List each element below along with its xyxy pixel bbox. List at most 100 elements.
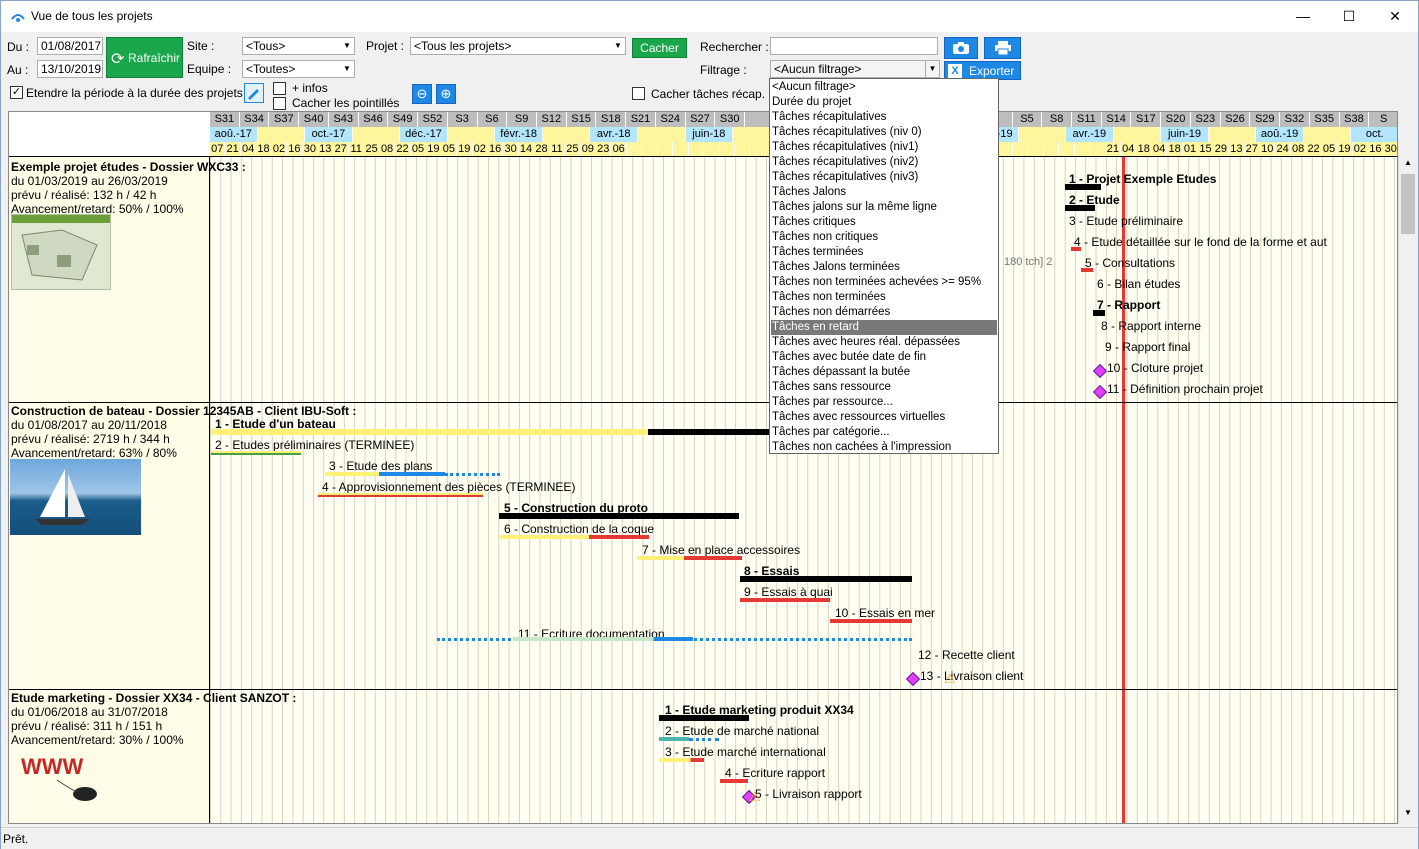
- cacher-recap-checkbox[interactable]: [632, 87, 645, 100]
- task-label[interactable]: 3 - Etude marché international: [665, 745, 826, 759]
- task-label[interactable]: 9 - Essais à quai: [744, 585, 833, 599]
- summary-bar[interactable]: [1065, 205, 1095, 211]
- task-label[interactable]: 5 - Livraison rapport: [755, 787, 862, 801]
- task-bar[interactable]: [830, 619, 912, 623]
- site-select[interactable]: <Tous> ▼: [242, 37, 355, 55]
- task-label[interactable]: 10 - Essais en mer: [835, 606, 935, 620]
- task-label[interactable]: 5 - Consultations: [1085, 256, 1175, 270]
- task-label[interactable]: 8 - Rapport interne: [1101, 319, 1201, 333]
- filter-option[interactable]: Durée du projet: [771, 95, 997, 110]
- filter-option[interactable]: Tâches non critiques: [771, 230, 997, 245]
- zoom-in-button[interactable]: ⊕: [436, 84, 456, 104]
- task-label[interactable]: 6 - Bilan études: [1097, 277, 1180, 291]
- filter-option[interactable]: Tâches par ressource...: [771, 395, 997, 410]
- scroll-up-icon[interactable]: ▲: [1401, 158, 1415, 170]
- filter-option[interactable]: Tâches avec heures réal. dépassées: [771, 335, 997, 350]
- task-bar[interactable]: [659, 737, 689, 741]
- print-button[interactable]: [984, 37, 1021, 59]
- milestone-icon[interactable]: [1092, 363, 1108, 379]
- timeline-cell: S12: [536, 112, 567, 127]
- au-date-field[interactable]: 13/10/2019: [37, 60, 103, 78]
- task-bar[interactable]: [740, 598, 830, 602]
- task-bar[interactable]: [513, 637, 693, 641]
- filter-option[interactable]: Tâches sans ressource: [771, 380, 997, 395]
- project-thumbnail[interactable]: [10, 459, 141, 535]
- scroll-thumb[interactable]: [1401, 174, 1415, 234]
- projet-select[interactable]: <Tous les projets> ▼: [410, 37, 626, 55]
- filter-option[interactable]: Tâches par catégorie...: [771, 425, 997, 440]
- close-button[interactable]: ✕: [1372, 1, 1418, 32]
- task-label[interactable]: 7 - Mise en place accessoires: [642, 543, 800, 557]
- filter-option[interactable]: Tâches Jalons terminées: [771, 260, 997, 275]
- task-bar[interactable]: [1071, 247, 1081, 251]
- filter-option[interactable]: Tâches critiques: [771, 215, 997, 230]
- task-label[interactable]: 6 - Construction de la coque: [504, 522, 654, 536]
- task-bar[interactable]: [318, 493, 483, 497]
- filter-option[interactable]: Tâches récapitulatives (niv 0): [771, 125, 997, 140]
- milestone-icon[interactable]: [905, 671, 921, 687]
- task-label[interactable]: 7 - Rapport: [1097, 298, 1160, 312]
- task-bar[interactable]: [211, 451, 301, 455]
- project-thumbnail[interactable]: [11, 214, 111, 290]
- screenshot-button[interactable]: [944, 37, 978, 59]
- task-label[interactable]: 9 - Rapport final: [1105, 340, 1190, 354]
- cacher-pointilles-checkbox[interactable]: [273, 97, 286, 110]
- filter-option[interactable]: Tâches non terminées achevées >= 95%: [771, 275, 997, 290]
- task-label[interactable]: 3 - Etude préliminaire: [1069, 214, 1183, 228]
- summary-bar[interactable]: [1065, 184, 1101, 190]
- task-label[interactable]: 10 - Cloture projet: [1107, 361, 1203, 375]
- task-label[interactable]: 11 - Définition prochain projet: [1107, 382, 1263, 396]
- task-bar[interactable]: [659, 758, 704, 762]
- task-bar[interactable]: [1081, 268, 1093, 272]
- equipe-select[interactable]: <Toutes> ▼: [242, 60, 355, 78]
- filter-option[interactable]: Tâches avec butée date de fin: [771, 350, 997, 365]
- cacher-button[interactable]: Cacher: [632, 38, 687, 58]
- filter-option[interactable]: Tâches récapitulatives (niv3): [771, 170, 997, 185]
- task-label[interactable]: 4 - Etude détaillée sur le fond de la fo…: [1074, 235, 1327, 249]
- filter-option[interactable]: Tâches récapitulatives (niv2): [771, 155, 997, 170]
- filter-option[interactable]: Tâches récapitulatives: [771, 110, 997, 125]
- task-label[interactable]: 3 - Etude des plans: [329, 459, 432, 473]
- infos-checkbox[interactable]: [273, 82, 286, 95]
- task-bar[interactable]: [637, 556, 742, 560]
- filter-option[interactable]: Tâches non démarrées: [771, 305, 997, 320]
- summary-bar[interactable]: [1093, 310, 1105, 316]
- vertical-scrollbar[interactable]: ▲ ▼: [1398, 156, 1416, 824]
- summary-bar[interactable]: [740, 576, 912, 582]
- zoom-out-button[interactable]: ⊖: [412, 84, 432, 104]
- scroll-down-icon[interactable]: ▼: [1401, 808, 1415, 820]
- etendre-checkbox[interactable]: ✓: [10, 86, 23, 99]
- task-label[interactable]: 4 - Approvisionnement des pièces (TERMIN…: [322, 480, 575, 494]
- filter-option[interactable]: Tâches récapitulatives (niv1): [771, 140, 997, 155]
- task-label[interactable]: 13 - Livraison client: [920, 669, 1023, 683]
- filter-option[interactable]: Tâches en retard: [771, 320, 997, 335]
- search-input[interactable]: [770, 37, 938, 55]
- refresh-button[interactable]: ⟳ Rafraîchir: [106, 37, 183, 78]
- filtrage-dropdown-list[interactable]: <Aucun filtrage> Durée du projet Tâches ré…: [769, 78, 999, 454]
- summary-bar[interactable]: [659, 715, 749, 721]
- task-bar[interactable]: [325, 472, 445, 476]
- filter-option[interactable]: Tâches jalons sur la même ligne: [771, 200, 997, 215]
- settings-button[interactable]: [244, 83, 264, 103]
- project-thumbnail[interactable]: WWW: [17, 750, 107, 805]
- filter-option[interactable]: <Aucun filtrage>: [771, 80, 997, 95]
- filter-option[interactable]: Tâches terminées: [771, 245, 997, 260]
- du-date-field[interactable]: 01/08/2017: [37, 37, 103, 55]
- filter-option[interactable]: Tâches avec ressources virtuelles: [771, 410, 997, 425]
- filter-option[interactable]: Tâches dépassant la butée: [771, 365, 997, 380]
- summary-bar[interactable]: [499, 513, 739, 519]
- minimize-button[interactable]: —: [1280, 1, 1326, 32]
- maximize-button[interactable]: ☐: [1326, 1, 1372, 32]
- task-label[interactable]: 2 - Etude de marché national: [665, 724, 819, 738]
- task-label[interactable]: 4 - Ecriture rapport: [725, 766, 825, 780]
- task-label[interactable]: 2 - Etudes préliminaires (TERMINEE): [215, 438, 414, 452]
- filter-option[interactable]: Tâches non cachées à l'impression: [771, 440, 997, 455]
- task-label[interactable]: 12 - Recette client: [918, 648, 1015, 662]
- filtrage-select[interactable]: <Aucun filtrage> ▼: [770, 60, 940, 78]
- task-bar[interactable]: [499, 535, 649, 539]
- milestone-icon[interactable]: [1092, 384, 1108, 400]
- filter-option[interactable]: Tâches non terminées: [771, 290, 997, 305]
- task-bar[interactable]: [720, 779, 748, 783]
- filter-option[interactable]: Tâches Jalons: [771, 185, 997, 200]
- summary-bar[interactable]: [211, 429, 771, 435]
